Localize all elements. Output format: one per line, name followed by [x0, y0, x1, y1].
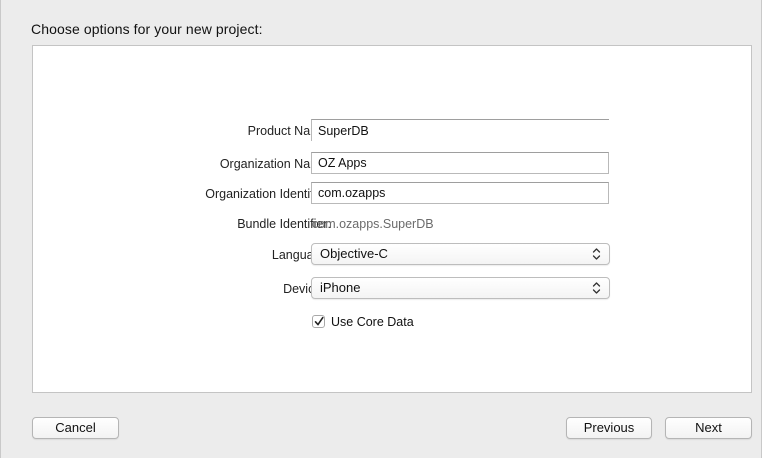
language-selected-value: Objective-C: [320, 246, 388, 261]
previous-button[interactable]: Previous: [566, 417, 652, 439]
use-core-data-checkbox-row[interactable]: Use Core Data: [312, 314, 472, 332]
cancel-button[interactable]: Cancel: [32, 417, 119, 439]
options-panel: Product Name: Organization Name: Organiz…: [32, 45, 752, 393]
language-row: Language: Objective-C: [33, 243, 753, 267]
use-core-data-label: Use Core Data: [331, 315, 414, 329]
organization-name-field[interactable]: [311, 152, 609, 174]
bundle-identifier-value: com.ozapps.SuperDB: [312, 217, 434, 231]
organization-identifier-field[interactable]: [311, 182, 609, 204]
devices-selected-value: iPhone: [320, 280, 361, 295]
devices-popup[interactable]: iPhone: [311, 277, 610, 299]
language-popup[interactable]: Objective-C: [311, 243, 610, 265]
bundle-identifier-row: Bundle Identifier: com.ozapps.SuperDB: [33, 212, 753, 236]
up-down-chevrons-icon: [592, 278, 601, 298]
organization-identifier-row: Organization Identifier:: [33, 182, 753, 206]
devices-row: Devices: iPhone: [33, 277, 753, 301]
dialog-heading: Choose options for your new project:: [31, 21, 263, 37]
organization-name-row: Organization Name:: [33, 152, 753, 176]
product-name-row: Product Name:: [33, 119, 753, 143]
next-button[interactable]: Next: [665, 417, 752, 439]
new-project-options-dialog: Choose options for your new project: Pro…: [0, 0, 762, 458]
up-down-chevrons-icon: [592, 244, 601, 264]
product-name-field[interactable]: [311, 119, 609, 141]
checkmark-icon: [314, 316, 324, 326]
use-core-data-checkbox[interactable]: [312, 315, 325, 328]
